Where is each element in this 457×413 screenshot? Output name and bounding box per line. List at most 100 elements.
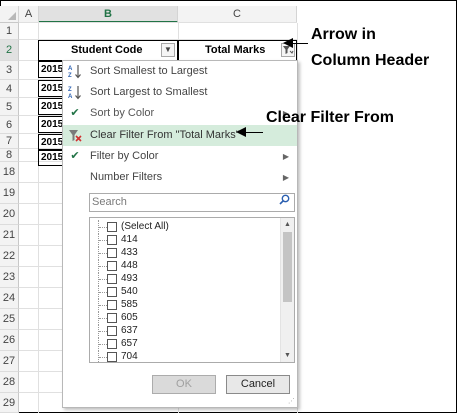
menu-item-sort-ascending[interactable]: AZ Sort Smallest to Largest [63,61,297,82]
row-header[interactable]: 28 [0,372,19,393]
list-item-label: (Select All) [121,221,169,232]
row-header[interactable]: 22 [0,246,19,267]
checkbox[interactable] [107,339,117,349]
cell-b3[interactable]: 2015 [38,61,64,78]
annotation-column-header: Column Header [311,52,430,69]
list-item[interactable]: 448 [90,259,278,273]
svg-text:A: A [68,66,73,72]
row-header[interactable]: 2 [0,40,19,61]
select-all-corner[interactable] [0,6,19,23]
list-scrollbar[interactable]: ▲ ▼ [280,218,294,362]
row-header[interactable]: 18 [0,162,19,183]
header-total-marks: Total Marks [205,44,266,56]
annotation-arrow-in: Arrow in [311,26,376,43]
row-header[interactable]: 7 [0,134,19,149]
checkbox[interactable] [107,352,117,362]
search-box[interactable]: Search [89,193,295,212]
row-header[interactable]: 3 [0,61,19,80]
menu-item-label: Sort Smallest to Largest [90,65,208,77]
row-header[interactable]: 6 [0,116,19,134]
sort-ascending-icon: AZ [67,64,83,79]
annotation-clear-filter: Clear Filter From [266,109,395,126]
checkbox[interactable] [107,235,117,245]
list-item-label: 493 [121,273,138,284]
row-header[interactable]: 5 [0,98,19,116]
menu-item-sort-by-color[interactable]: ✔ Sort by Color ▶ [63,103,297,124]
list-item-label: 414 [121,234,138,245]
select-all-item[interactable]: (Select All) [90,220,278,234]
row-header[interactable]: 26 [0,330,19,351]
list-item[interactable]: 585 [90,298,278,312]
row-header[interactable]: 24 [0,288,19,309]
row-header[interactable]: 27 [0,351,19,372]
scroll-thumb[interactable] [283,232,292,302]
list-item-label: 605 [121,312,138,323]
list-item[interactable]: 605 [90,311,278,325]
scroll-up-arrow-icon[interactable]: ▲ [281,218,294,231]
row-header[interactable]: 25 [0,309,19,330]
column-header-c[interactable]: C [178,6,297,23]
list-item-label: 433 [121,247,138,258]
ok-button[interactable]: OK [152,375,216,394]
checkbox[interactable] [107,222,117,232]
list-item[interactable]: 540 [90,285,278,299]
checkbox[interactable] [107,326,117,336]
list-item[interactable]: 637 [90,324,278,338]
svg-text:Z: Z [68,87,72,93]
submenu-arrow-icon: ▶ [282,152,289,161]
filter-values-list: (Select All) 414 433 448 493 540 585 605 637 657 7… [89,217,295,363]
cell-b5[interactable]: 2015 [38,98,64,115]
menu-item-label: Sort Largest to Smallest [90,86,208,98]
checkbox[interactable] [107,313,117,323]
checkbox[interactable] [107,248,117,258]
clear-filter-icon [67,128,83,143]
column-header-b[interactable]: B [39,6,178,23]
search-icon [277,194,291,211]
menu-item-number-filters[interactable]: Number Filters ▶ [63,167,297,188]
annotation-arrow-clear-line [245,132,263,133]
row-header[interactable]: 23 [0,267,19,288]
list-item-label: 637 [121,325,138,336]
menu-item-clear-filter[interactable]: Clear Filter From "Total Marks" [63,125,297,146]
menu-item-label: Filter by Color [90,150,159,162]
check-icon: ✔ [70,107,80,119]
cell-b8[interactable]: 2015 [38,149,64,166]
row-header[interactable]: 21 [0,225,19,246]
checkbox[interactable] [107,300,117,310]
row-header[interactable]: 1 [0,23,19,40]
cancel-button[interactable]: Cancel [226,375,290,394]
cell-c2[interactable]: Total Marks [178,40,297,61]
row-header[interactable]: 8 [0,149,19,162]
list-item[interactable]: 414 [90,233,278,247]
submenu-arrow-icon: ▶ [282,173,289,182]
gridline [19,22,297,23]
cell-b2[interactable]: Student Code ▼ [38,40,178,61]
checkbox[interactable] [107,287,117,297]
list-item[interactable]: 433 [90,246,278,260]
filter-dropdown-button-b[interactable]: ▼ [161,43,175,57]
scroll-down-arrow-icon[interactable]: ▼ [281,349,294,362]
check-icon: ✔ [70,150,80,162]
row-header[interactable]: 29 [0,393,19,413]
list-item[interactable]: 704 [90,350,278,362]
list-item-label: 657 [121,338,138,349]
cell-b6[interactable]: 2015 [38,116,64,133]
list-item[interactable]: 657 [90,337,278,351]
resize-grip-icon[interactable]: ⋰ [288,397,295,405]
row-header[interactable]: 19 [0,183,19,204]
menu-item-filter-by-color[interactable]: ✔ Filter by Color ▶ [63,146,297,167]
autofilter-dropdown-menu: AZ Sort Smallest to Largest ZA Sort Larg… [62,60,298,408]
checkbox[interactable] [107,261,117,271]
list-item-label: 704 [121,351,138,362]
annotation-arrow-header-line [292,43,308,44]
svg-text:A: A [68,94,73,100]
row-header[interactable]: 20 [0,204,19,225]
header-student-code: Student Code [71,44,143,56]
list-item[interactable]: 493 [90,272,278,286]
svg-text:Z: Z [68,73,72,79]
column-header-a[interactable]: A [19,6,39,23]
row-header[interactable]: 4 [0,80,19,98]
cell-b4[interactable]: 2015 [38,80,64,97]
checkbox[interactable] [107,274,117,284]
menu-item-sort-descending[interactable]: ZA Sort Largest to Smallest [63,82,297,103]
